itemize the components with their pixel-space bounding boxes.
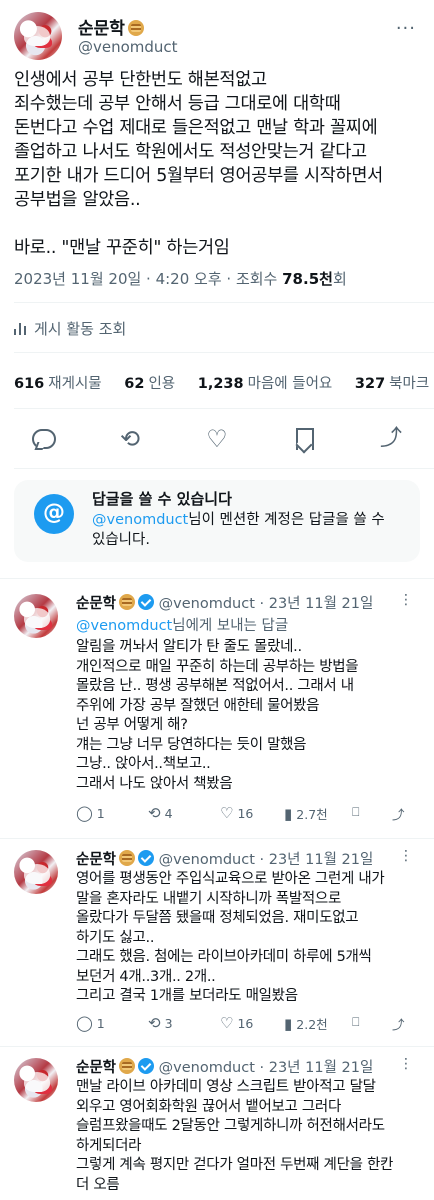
reply-action-bar: ◯ 1 ⟲ 4 ♡ 16 ▮ 2.7천 ⎕ ⤴ — [76, 804, 420, 824]
post-activity-link[interactable]: 게시 활동 조회 — [14, 318, 126, 339]
share-icon[interactable]: ⤴ — [392, 804, 405, 823]
tweet-line: 바로.. "맨날 꾸준히" 하는거임 — [14, 238, 230, 258]
replying-to-handle[interactable]: @venomduct — [76, 618, 172, 634]
tweet-line: 졸업하고 나서도 학원에서도 적성안맞는거 같다고 — [14, 142, 367, 162]
reply-date[interactable]: · 23년 11월 21일 — [260, 596, 374, 612]
tweet-timestamp[interactable]: 2023년 11월 20일 · 4:20 오후 · 조회수 — [14, 270, 282, 288]
reply-text: 맨날 라이브 아카데미 영상 스크립트 받아적고 달달 외우고 영어회화학원 끊… — [76, 1079, 394, 1193]
reply-text: 알림을 꺼놔서 알티가 탄 줄도 몰랐네.. 개인적으로 매일 꾸준히 하는데 … — [76, 639, 359, 792]
reply-text: 영어를 평생동안 주입식교육으로 받아온 그런게 내가 말을 혼자라도 내뱉기 … — [76, 871, 385, 1004]
stat-bookmarks[interactable]: 327 북마크 — [355, 376, 429, 392]
like-count[interactable]: ♡ 16 — [220, 804, 253, 822]
like-icon: ♡ — [220, 804, 234, 822]
reply-date[interactable]: · 23년 11월 21일 — [260, 852, 374, 868]
verified-icon — [138, 594, 155, 610]
reply-author-name[interactable]: 순문학 — [76, 852, 116, 868]
divider — [14, 408, 434, 409]
reply-tweet[interactable]: 순문학 @venomduct · 23년 11월 21일 ⋮ 영어를 평생동안 … — [0, 848, 434, 1038]
repost-count[interactable]: ⟲ 4 — [148, 804, 173, 822]
view-count-suffix: 회 — [332, 270, 347, 288]
bookmark-icon[interactable]: ⎕ — [352, 804, 360, 820]
stat-likes[interactable]: 1,238 마음에 들어요 — [198, 376, 333, 392]
reply-avatar[interactable] — [14, 1058, 58, 1102]
divider — [14, 468, 434, 469]
divider — [0, 838, 434, 839]
view-count[interactable]: ▮ 2.7천 — [284, 804, 328, 823]
more-options-icon[interactable]: ⋮ — [399, 848, 414, 864]
reply-action-bar: ◯ 1 ⟲ 3 ♡ 16 ▮ 2.2천 ⎕ ⤴ — [76, 1014, 420, 1034]
like-icon: ♡ — [220, 1014, 234, 1032]
repost-icon: ⟲ — [148, 1014, 161, 1032]
reply-author-name[interactable]: 순문학 — [76, 1060, 116, 1076]
share-icon[interactable]: ⤴ — [378, 426, 404, 452]
repost-count[interactable]: ⟲ 3 — [148, 1014, 173, 1032]
author-avatar[interactable] — [14, 12, 62, 60]
reply-author-handle[interactable]: @venomduct — [159, 596, 255, 612]
tweet-line: 죄수했는데 공부 안해서 등급 그대로에 대학때 — [14, 94, 341, 114]
reply-count[interactable]: ◯ 1 — [76, 804, 105, 822]
verified-icon — [138, 1058, 155, 1074]
analytics-icon: ▮ — [284, 1015, 293, 1033]
repost-icon[interactable]: ⟲ — [117, 426, 143, 452]
share-icon[interactable]: ⤴ — [392, 1014, 405, 1033]
action-bar: ⟲ ♡ ⤴ — [30, 426, 404, 452]
bookmark-icon[interactable] — [291, 426, 317, 452]
divider — [0, 578, 434, 579]
reply-icon: ◯ — [76, 804, 93, 822]
tweet-meta: 2023년 11월 20일 · 4:20 오후 · 조회수 78.5천회 — [14, 268, 347, 289]
reply-avatar[interactable] — [14, 850, 58, 894]
tweet-line: 공부법을 알았음.. — [14, 190, 141, 210]
post-activity-label: 게시 활동 조회 — [34, 320, 127, 338]
more-options-icon[interactable]: ⋮ — [399, 592, 414, 608]
replying-to: @venomduct님에게 보내는 답글 — [76, 618, 289, 634]
divider — [0, 1046, 434, 1047]
like-count[interactable]: ♡ 16 — [220, 1014, 253, 1032]
reply-author-handle[interactable]: @venomduct — [159, 852, 255, 868]
stat-reposts[interactable]: 616 재게시물 — [14, 376, 102, 392]
engagement-stats: 616 재게시물 62 인용 1,238 마음에 들어요 327 북마크 — [14, 372, 434, 393]
reply-author-name[interactable]: 순문학 — [76, 596, 116, 612]
pancake-badge-icon — [119, 1058, 136, 1074]
view-count[interactable]: ▮ 2.2천 — [284, 1014, 328, 1033]
more-options-icon[interactable]: ··· — [396, 18, 416, 39]
notice-handle[interactable]: @venomduct — [92, 512, 188, 528]
reply-count[interactable]: ◯ 1 — [76, 1014, 105, 1032]
reply-icon: ◯ — [76, 1014, 93, 1032]
tweet-line: 인생에서 공부 단한번도 해본적없고 — [14, 70, 267, 90]
repost-icon: ⟲ — [148, 804, 161, 822]
reply-tweet[interactable]: 순문학 @venomduct · 23년 11월 21일 ⋮ @venomduc… — [0, 592, 434, 842]
mention-icon: @ — [34, 494, 74, 534]
author-name[interactable]: 순문학 — [78, 19, 125, 39]
stat-quotes[interactable]: 62 인용 — [124, 376, 175, 392]
pancake-badge-icon — [119, 850, 136, 866]
reply-avatar[interactable] — [14, 594, 58, 638]
divider — [14, 352, 434, 353]
pancake-badge-icon — [127, 20, 144, 36]
tweet-line: 돈번다고 수업 제대로 들은적없고 맨날 학과 꼴찌에 — [14, 118, 378, 138]
divider — [14, 302, 434, 303]
verified-icon — [138, 850, 155, 866]
reply-permission-notice: @ 답글을 쓸 수 있습니다 @venomduct님이 멘션한 계정은 답글을 … — [14, 480, 420, 562]
reply-icon[interactable] — [30, 426, 56, 452]
more-options-icon[interactable]: ⋮ — [399, 1056, 414, 1072]
notice-title: 답글을 쓸 수 있습니다 — [92, 490, 232, 508]
like-icon[interactable]: ♡ — [204, 426, 230, 452]
reply-date[interactable]: · 23년 11월 21일 — [260, 1060, 374, 1076]
analytics-icon: ▮ — [284, 805, 293, 823]
bookmark-icon[interactable]: ⎕ — [352, 1014, 360, 1030]
tweet-text: 인생에서 공부 단한번도 해본적없고 죄수했는데 공부 안해서 등급 그대로에 … — [14, 68, 424, 260]
tweet-line: 포기한 내가 드디어 5월부터 영어공부를 시작하면서 — [14, 166, 383, 186]
view-count: 78.5천 — [282, 270, 333, 288]
author-handle[interactable]: @venomduct — [78, 38, 178, 56]
pancake-badge-icon — [119, 594, 136, 610]
reply-tweet[interactable]: 순문학 @venomduct · 23년 11월 21일 ⋮ 맨날 라이브 아카… — [0, 1056, 434, 1200]
notice-text: @venomduct님이 멘션한 계정은 답글을 쓸 수 있습니다. — [92, 512, 385, 548]
reply-author-handle[interactable]: @venomduct — [159, 1060, 255, 1076]
analytics-icon — [14, 323, 28, 335]
